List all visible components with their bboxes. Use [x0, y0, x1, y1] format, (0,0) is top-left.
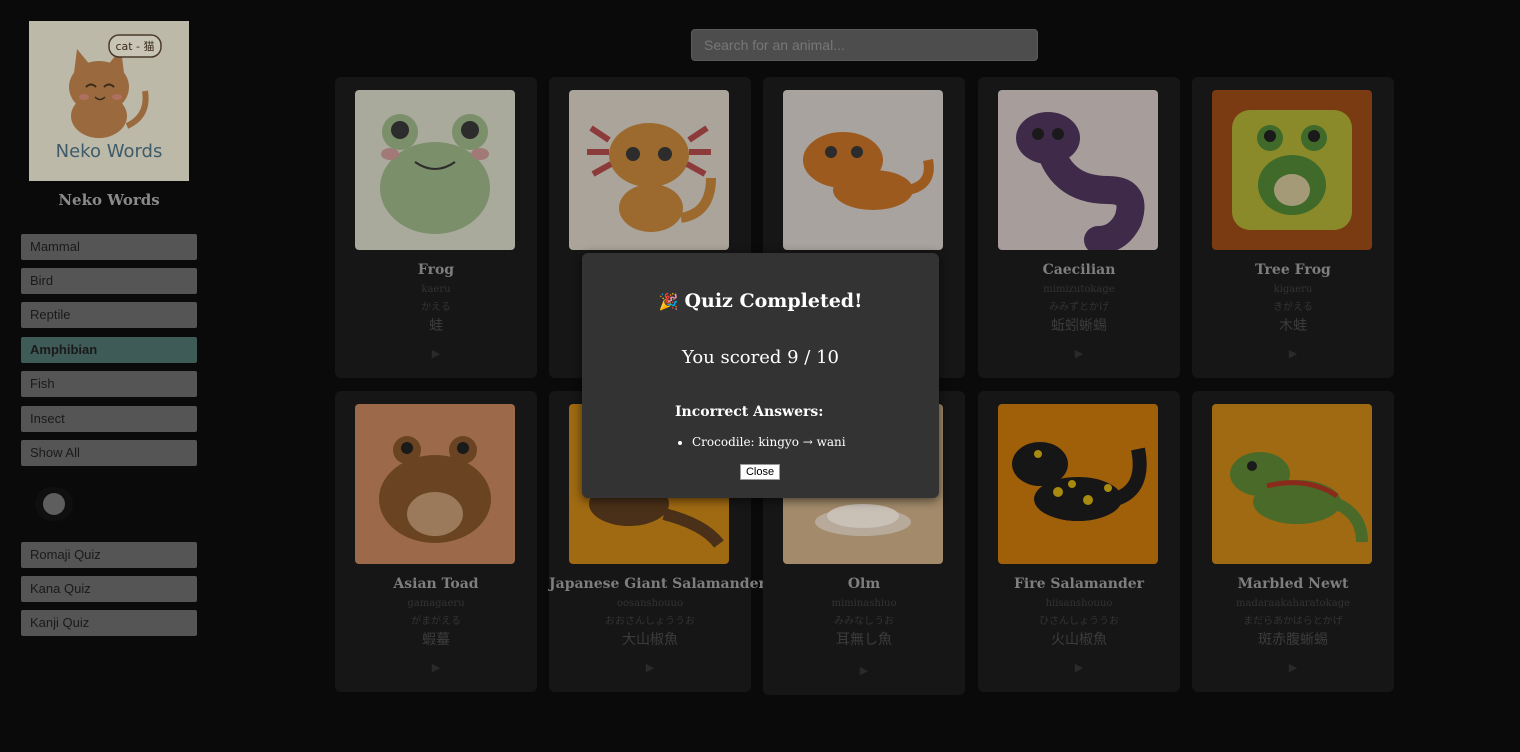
card-kana: かえる	[421, 302, 451, 313]
animal-card-caecilian[interactable]: Caecilian mimizutokage みみずとかげ 蚯蚓蜥蜴 ▶	[978, 77, 1180, 378]
close-button[interactable]: Close	[740, 464, 780, 480]
party-popper-icon: 🎉	[658, 292, 679, 311]
play-audio-icon[interactable]: ▶	[335, 661, 537, 674]
card-kana: みみずとかげ	[1049, 302, 1109, 313]
card-romaji: oosanshouuo	[616, 598, 684, 609]
modal-title: 🎉 Quiz Completed!	[582, 290, 939, 312]
kanji-quiz-button[interactable]: Kanji Quiz	[21, 610, 197, 636]
card-romaji: madaraakaharatokage	[1235, 598, 1351, 609]
card-kana: みみなしうお	[834, 616, 894, 627]
modal-title-text: Quiz Completed!	[684, 290, 863, 312]
play-audio-icon[interactable]: ▶	[978, 661, 1180, 674]
play-audio-icon[interactable]: ▶	[1192, 347, 1394, 360]
site-title: Neko Words	[58, 191, 160, 209]
card-name: Fire Salamander	[1013, 576, 1145, 592]
category-amphibian-button[interactable]: Amphibian	[21, 337, 197, 363]
quiz-score: You scored 9 / 10	[682, 347, 839, 368]
category-fish-button[interactable]: Fish	[21, 371, 197, 397]
incorrect-answer-item: Crocodile: kingyo → wani	[692, 435, 846, 449]
svg-text:cat - 猫: cat - 猫	[115, 40, 154, 53]
marbled-newt-icon	[1212, 404, 1372, 564]
card-kanji: 蚯蚓蜥蜴	[1051, 318, 1107, 334]
card-name: Japanese Giant Salamander	[549, 576, 766, 592]
card-kanji: 蛙	[429, 318, 443, 334]
category-bird-button[interactable]: Bird	[21, 268, 197, 294]
card-name: Tree Frog	[1255, 262, 1331, 278]
incorrect-answers-list: Crocodile: kingyo → wani	[692, 435, 846, 449]
animal-card-frog[interactable]: Frog kaeru かえる 蛙 ▶	[335, 77, 537, 378]
romaji-quiz-button[interactable]: Romaji Quiz	[21, 542, 197, 568]
card-romaji: kaeru	[421, 284, 451, 295]
card-kanji: 木蛙	[1279, 318, 1307, 334]
play-audio-icon[interactable]: ▶	[1192, 661, 1394, 674]
salamander-icon	[783, 90, 943, 250]
animal-card-asian-toad[interactable]: Asian Toad gamagaeru がまがえる 蝦蟇 ▶	[335, 391, 537, 692]
animal-card-marbled-newt[interactable]: Marbled Newt madaraakaharatokage まだらあかはら…	[1192, 391, 1394, 692]
frog-icon	[355, 90, 515, 250]
caecilian-icon	[998, 90, 1158, 250]
card-name: Frog	[417, 262, 455, 278]
category-reptile-button[interactable]: Reptile	[21, 302, 197, 328]
card-romaji: mimizutokage	[1043, 284, 1115, 295]
quiz-result-modal: 🎉 Quiz Completed! You scored 9 / 10 Incor…	[582, 253, 939, 498]
fire-salamander-icon	[998, 404, 1158, 564]
card-kanji: 蝦蟇	[422, 632, 450, 648]
incorrect-answers-heading: Incorrect Answers:	[675, 404, 824, 420]
card-romaji: gamagaeru	[407, 598, 465, 609]
neko-words-logo: cat - 猫 Neko Words	[29, 21, 189, 181]
toad-icon	[355, 404, 515, 564]
animal-card-fire-salamander[interactable]: Fire Salamander hiisanshouuo ひさんしょううお 火山…	[978, 391, 1180, 692]
card-kana: がまがえる	[411, 616, 461, 627]
card-name: Asian Toad	[393, 576, 479, 592]
card-kana: おおさんしょううお	[605, 616, 695, 627]
card-name: Caecilian	[1042, 262, 1116, 278]
theme-toggle[interactable]	[35, 487, 73, 521]
card-name: Marbled Newt	[1237, 576, 1349, 592]
search-input[interactable]: Search for an animal...	[691, 29, 1038, 61]
card-romaji: hiisanshouuo	[1045, 598, 1113, 609]
play-audio-icon[interactable]: ▶	[549, 661, 751, 674]
kana-quiz-button[interactable]: Kana Quiz	[21, 576, 197, 602]
tree-frog-icon	[1212, 90, 1372, 250]
axolotl-icon	[569, 90, 729, 250]
svg-text:Neko Words: Neko Words	[56, 141, 163, 162]
category-insect-button[interactable]: Insect	[21, 406, 197, 432]
sidebar: cat - 猫 Neko Words Neko Words Mammal Bir…	[0, 0, 218, 752]
toggle-knob	[43, 493, 65, 515]
card-kanji: 火山椒魚	[1051, 632, 1107, 648]
card-kanji: 大山椒魚	[622, 632, 678, 648]
card-kana: まだらあかはらとかげ	[1243, 616, 1343, 627]
category-mammal-button[interactable]: Mammal	[21, 234, 197, 260]
card-kanji: 斑赤腹蜥蜴	[1258, 632, 1328, 648]
card-name: Olm	[847, 576, 881, 592]
play-audio-icon[interactable]: ▶	[978, 347, 1180, 360]
play-audio-icon[interactable]: ▶	[335, 347, 537, 360]
card-romaji: miminashiuo	[831, 598, 897, 609]
play-audio-icon[interactable]: ▶	[763, 664, 965, 677]
animal-card-tree-frog[interactable]: Tree Frog kigaeru きがえる 木蛙 ▶	[1192, 77, 1394, 378]
card-kana: ひさんしょううお	[1039, 616, 1119, 627]
card-romaji: kigaeru	[1273, 284, 1313, 295]
card-kana: きがえる	[1273, 302, 1313, 313]
show-all-button[interactable]: Show All	[21, 440, 197, 466]
card-kanji: 耳無し魚	[836, 632, 892, 648]
